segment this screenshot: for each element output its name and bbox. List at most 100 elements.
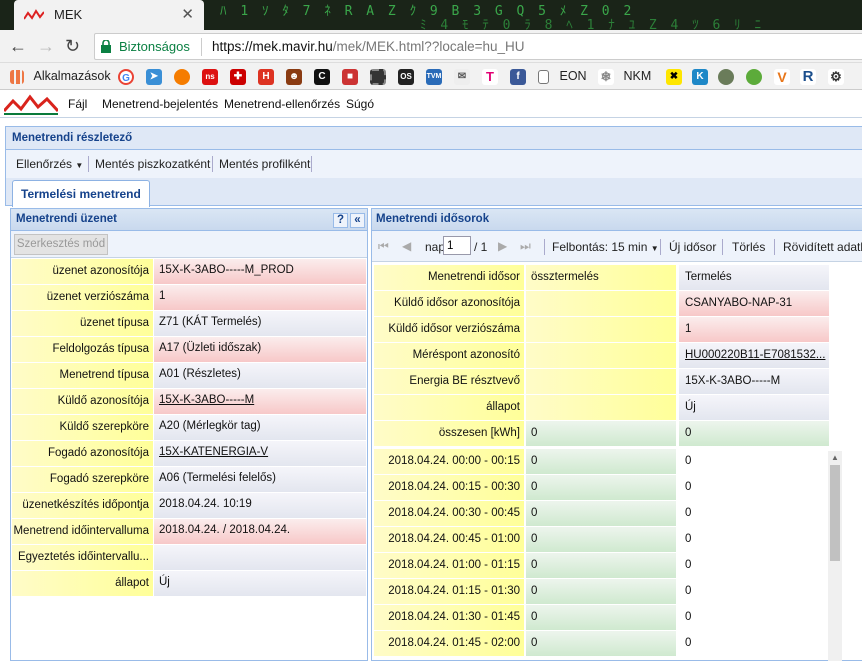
message-field-label: Küldő azonosítója [12,389,153,414]
time-total-cell[interactable]: 0 [526,449,676,474]
bookmark-11[interactable]: OS [398,67,414,85]
bookmark-nkm-label: NKM [623,69,652,83]
bookmark-21[interactable] [746,67,762,85]
time-production-cell[interactable]: 0 [679,605,829,630]
tab-title: MEK [54,7,83,22]
back-arrow-icon[interactable]: ← [9,36,27,56]
resolution-dropdown[interactable]: Felbontás: 15 min ▼ [552,240,659,254]
bookmark-14[interactable]: T [482,67,498,85]
time-total-cell[interactable]: 0 [526,527,676,552]
grid-scrollbar[interactable]: ▲ [828,451,842,661]
time-production-cell[interactable]: 0 [679,475,829,500]
time-interval-label: 2018.04.24. 00:15 - 00:30 [374,475,524,500]
timeseries-panel-title: Menetrendi idősorok [376,213,490,225]
message-field-value[interactable]: 15X-KATENERGIA-V [154,441,366,466]
time-total-cell[interactable]: 0 [526,579,676,604]
time-production-cell[interactable]: 0 [679,631,829,656]
delete-button[interactable]: Törlés [732,240,765,254]
telekom-icon: T [482,68,498,85]
people-icon: ☻ [286,68,302,85]
bookmark-22[interactable]: V [774,67,790,85]
menu-schedule-submit[interactable]: Menetrend-bejelentés [102,97,218,111]
bookmark-4[interactable]: ns [202,67,218,85]
series-header-row: Menetrendi idősor össztermelés Termelés [374,265,830,291]
toolbar-separator [544,239,545,255]
bookmark-5[interactable]: ✚ [230,67,246,85]
bookmark-18[interactable]: ✖ [666,67,682,85]
time-production-cell[interactable]: 0 [679,579,829,604]
collapse-icon[interactable]: « [350,213,365,228]
series-total-value [526,343,676,368]
reload-icon[interactable]: ↻ [65,36,80,56]
series-total-value [526,317,676,342]
time-production-cell[interactable]: 0 [679,449,829,474]
time-production-cell[interactable]: 0 [679,527,829,552]
bookmark-7[interactable]: ☻ [286,67,302,85]
message-field-row: Fogadó szerepköre A06 (Termelési felelős) [12,467,366,493]
bookmark-nkm[interactable]: ❄ NKM [598,67,651,85]
bookmark-9[interactable]: ■ [342,67,358,85]
url-separator [201,38,202,56]
menu-schedule-check[interactable]: Menetrend-ellenőrzés [224,97,340,111]
menu-file[interactable]: Fájl [68,97,87,111]
time-total-cell[interactable]: 0 [526,501,676,526]
time-production-cell[interactable]: 0 [679,553,829,578]
last-page-icon[interactable]: ⏭ [520,239,531,254]
prev-page-icon[interactable]: ◀ [402,239,411,253]
time-production-cell[interactable]: 0 [679,501,829,526]
message-field-label: üzenet verziószáma [12,285,153,310]
bookmark-apps[interactable]: Alkalmazások [10,67,111,85]
close-tab-icon[interactable]: ✕ [181,5,194,23]
bookmark-6[interactable]: H [258,67,274,85]
forward-arrow-icon[interactable]: → [37,36,55,56]
edit-mode-button[interactable]: Szerkesztés mód [14,234,108,255]
shortened-data-button[interactable]: Rövidített adatb [783,240,862,254]
bookmark-15[interactable]: f [510,67,526,85]
bookmark-2[interactable]: ➤ [146,67,162,85]
page-number-input[interactable] [443,236,471,255]
bookmark-24[interactable]: ⚙ [828,67,844,85]
lock-icon [101,40,111,53]
mavir-favicon-icon [24,9,44,20]
time-total-cell[interactable]: 0 [526,553,676,578]
series-header-row: Mérés­pont azonosító HU000220B11-E7081532… [374,343,830,369]
time-total-cell[interactable]: 0 [526,605,676,630]
series-production-value[interactable]: HU000220B11-E7081532... [679,343,829,368]
save-profile-button[interactable]: Mentés profilként [219,157,310,171]
message-panel: Menetrendi üzenet ? « Szerkesztés mód üz… [10,208,368,661]
bookmark-20[interactable] [718,67,734,85]
ghost-icon [718,68,734,85]
bookmark-8[interactable]: C [314,67,330,85]
scrollbar-thumb[interactable] [830,465,840,561]
help-icon[interactable]: ? [333,213,348,228]
time-row: 2018.04.24. 01:15 - 01:30 0 0 [374,579,830,605]
message-field-value: 15X-K-3ABO-----M_PROD [154,259,366,284]
check-dropdown-button[interactable]: Ellenőrzés ▼ [16,157,83,171]
next-page-icon[interactable]: ▶ [498,239,507,253]
new-series-button[interactable]: Új idősor [669,240,716,254]
bookmark-eon[interactable]: EON [538,67,587,85]
bookmark-10[interactable] [370,67,386,85]
bookmark-12[interactable]: TVM [426,67,442,85]
browser-tab[interactable]: MEK ✕ [14,0,204,30]
tab-production-schedule[interactable]: Termelési menetrend [12,180,150,207]
first-page-icon[interactable]: ⏮ [378,239,389,254]
message-field-value: A20 (Mérlegkör tag) [154,415,366,440]
bookmark-google[interactable]: G [118,67,134,85]
save-draft-button[interactable]: Mentés piszkozatként [95,157,210,171]
message-field-value[interactable]: 15X-K-3ABO-----M [154,389,366,414]
menu-help[interactable]: Súgó [346,97,374,111]
scroll-up-icon[interactable]: ▲ [831,453,839,462]
bookmark-3[interactable] [174,67,190,85]
bookmark-19[interactable]: K [692,67,708,85]
url-field[interactable]: Biztonságos https://mek.mavir.hu/mek/MEK… [94,33,862,60]
message-field-value: Új [154,571,366,596]
tvm-icon: TVM [426,68,442,85]
bookmark-23[interactable]: R [800,67,816,85]
time-total-cell[interactable]: 0 [526,631,676,656]
panel-header: Menetrendi részletező [5,126,862,150]
bookmark-13[interactable]: ✉ [454,67,470,85]
time-total-cell[interactable]: 0 [526,475,676,500]
time-row: 2018.04.24. 01:00 - 01:15 0 0 [374,553,830,579]
tab-production-schedule-label: Termelési menetrend [21,187,141,201]
